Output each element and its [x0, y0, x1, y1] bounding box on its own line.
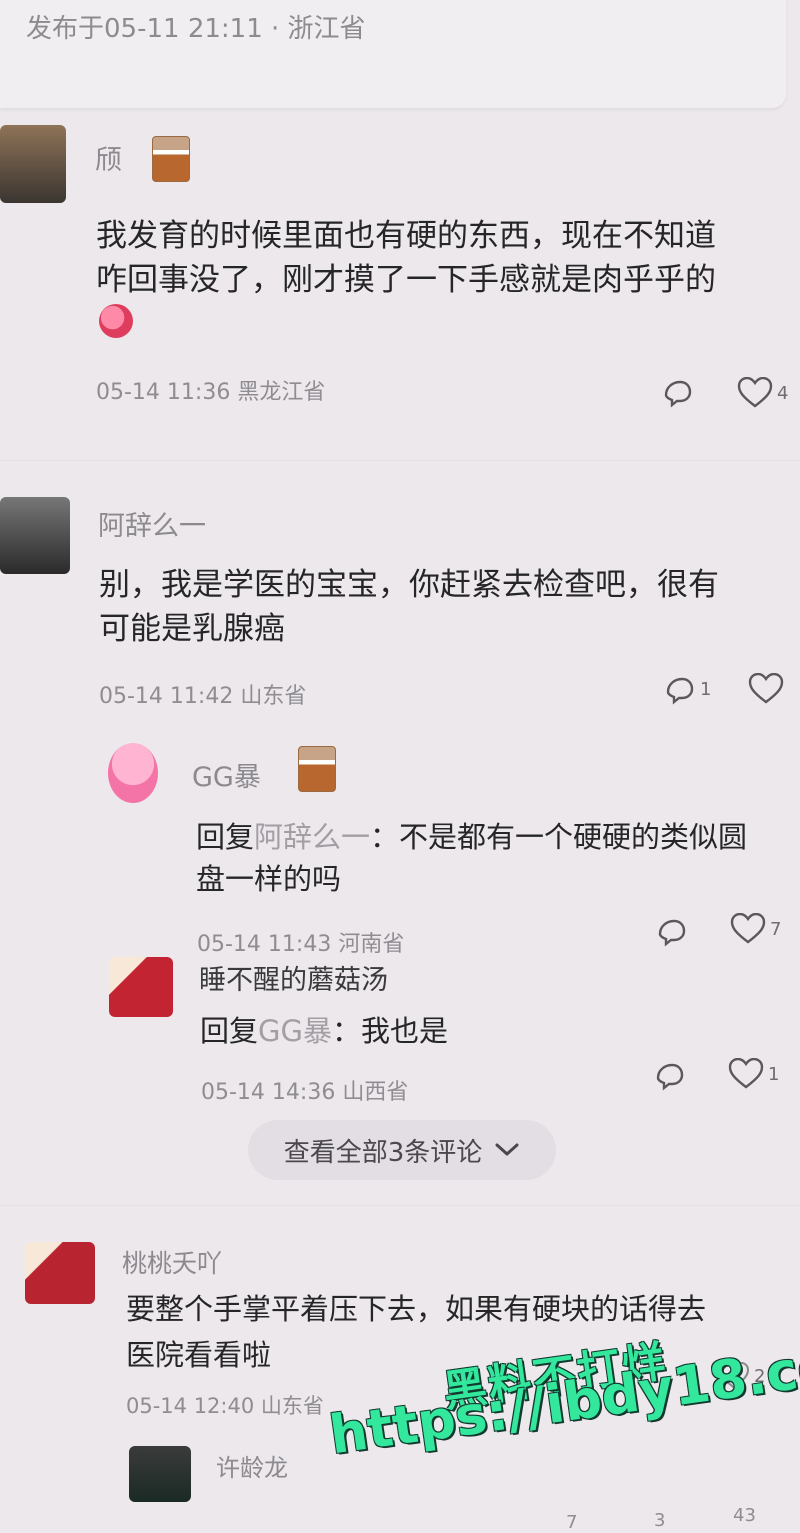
- comment-meta: 05-14 12:40 山东省: [126, 1394, 324, 1418]
- comment-meta: 05-14 11:36 黑龙江省: [96, 380, 326, 405]
- like-count: 4: [777, 382, 789, 404]
- avatar[interactable]: [25, 1242, 95, 1304]
- reply-text: 回复GG暴：我也是: [200, 1014, 448, 1048]
- heart-icon: [728, 1058, 764, 1089]
- like-count: 7: [770, 918, 782, 940]
- reply-icon: [656, 1063, 684, 1091]
- chevron-down-icon: [495, 1143, 519, 1156]
- bottom-number: 43: [733, 1505, 756, 1526]
- reply-meta: 05-14 11:43 河南省: [197, 932, 405, 957]
- avatar[interactable]: [129, 1446, 191, 1502]
- reply-button[interactable]: [652, 1058, 686, 1092]
- like-button[interactable]: 4: [737, 377, 788, 409]
- reply-button[interactable]: [654, 914, 688, 948]
- avatar[interactable]: [108, 743, 158, 803]
- level-badge: [298, 746, 336, 792]
- like-button[interactable]: [748, 673, 784, 705]
- reply-button[interactable]: 1: [662, 672, 711, 706]
- heart-icon: [730, 913, 766, 944]
- comment-username[interactable]: 阿辞么一: [98, 504, 206, 543]
- comment-username[interactable]: 许龄龙: [216, 1448, 288, 1483]
- avatar[interactable]: [0, 125, 66, 203]
- like-button[interactable]: 7: [730, 913, 781, 945]
- post-meta-card: 发布于05-11 21:11 · 浙江省: [0, 0, 786, 108]
- reply-icon: [658, 919, 686, 947]
- like-count: 1: [768, 1063, 780, 1085]
- avatar[interactable]: [109, 957, 173, 1017]
- comment-meta: 05-14 11:42 山东省: [99, 684, 307, 709]
- reply-icon: [664, 380, 692, 408]
- reply-count: 1: [700, 678, 712, 700]
- comment-username[interactable]: 桃桃夭吖: [122, 1244, 222, 1280]
- heart-icon: [748, 673, 784, 704]
- view-all-label: 查看全部3条评论: [283, 1137, 483, 1168]
- reply-target[interactable]: 阿辞么一: [254, 820, 370, 854]
- comment-text: 别，我是学医的宝宝，你赶紧去检查吧，很有 可能是乳腺癌: [99, 567, 719, 647]
- reply-target[interactable]: GG暴: [258, 1014, 332, 1048]
- bottom-number: 7: [566, 1512, 578, 1533]
- comment-text: 我发育的时候里面也有硬的东西，现在不知道 咋回事没了，刚才摸了一下手感就是肉乎乎…: [96, 218, 716, 298]
- emoji-sticker: [99, 304, 133, 338]
- reply-username[interactable]: GG暴: [192, 755, 261, 794]
- reply-text: 回复阿辞么一：不是都有一个硬硬的类似圆 盘一样的吗: [196, 820, 748, 896]
- view-all-replies-button[interactable]: 查看全部3条评论: [248, 1120, 556, 1180]
- like-button[interactable]: 1: [728, 1058, 779, 1090]
- reply-meta: 05-14 14:36 山西省: [201, 1080, 409, 1105]
- reply-button[interactable]: [660, 375, 694, 409]
- reply-username[interactable]: 睡不醒的蘑菇汤: [199, 958, 388, 997]
- heart-icon: [737, 377, 773, 408]
- avatar[interactable]: [0, 497, 70, 574]
- post-published-info: 发布于05-11 21:11 · 浙江省: [26, 14, 366, 44]
- comment-username[interactable]: 颀: [95, 138, 122, 177]
- level-badge: [152, 136, 190, 182]
- reply-icon: [666, 677, 694, 705]
